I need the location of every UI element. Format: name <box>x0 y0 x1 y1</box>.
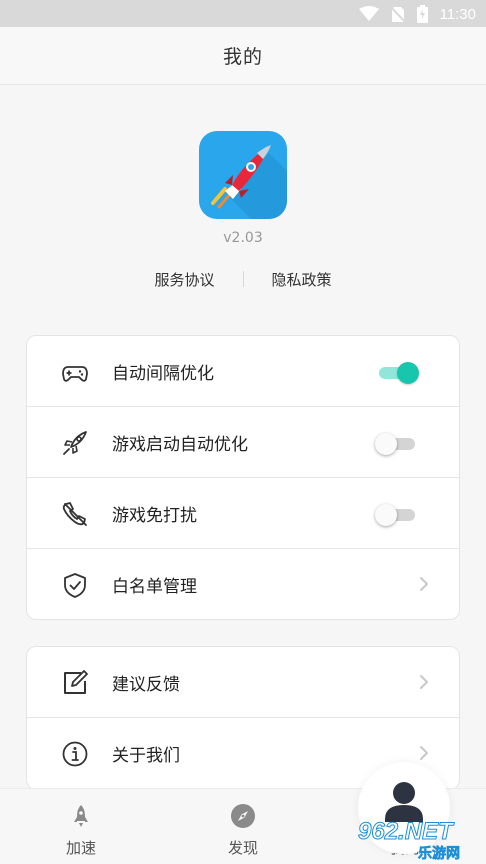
gamepad-icon <box>62 366 88 382</box>
tab-label: 发现 <box>227 839 258 857</box>
feedback-row[interactable]: 建议反馈 <box>27 647 459 718</box>
chevron-right-icon <box>420 577 428 591</box>
policy-links: 服务协议 隐私政策 <box>0 268 486 290</box>
setting-row-whitelist[interactable]: 白名单管理 <box>27 549 459 619</box>
watermark-subtext: 乐游网 <box>418 845 460 862</box>
tab-accelerate[interactable]: 加速 <box>41 803 121 858</box>
shield-check-icon <box>64 573 86 598</box>
tab-label: 加速 <box>65 839 96 857</box>
rocket-icon <box>63 431 87 455</box>
phone-mute-icon <box>62 502 87 526</box>
battery-charging-icon <box>416 5 428 23</box>
setting-label: 白名单管理 <box>112 577 197 597</box>
link-divider <box>242 271 244 287</box>
edit-icon <box>64 670 88 694</box>
settings-card: 自动间隔优化 游戏启动自动优化 游戏免打扰 白名单管理 <box>26 335 460 620</box>
more-label: 建议反馈 <box>112 674 180 695</box>
rocket-icon <box>74 805 88 827</box>
setting-label: 游戏免打扰 <box>112 505 197 526</box>
status-bar: 11:30 <box>0 0 486 27</box>
chevron-right-icon <box>420 675 428 689</box>
rocket-logo-icon <box>211 145 287 219</box>
no-sim-icon <box>390 5 405 23</box>
tab-discover[interactable]: 发现 <box>203 803 283 858</box>
status-time: 11:30 <box>439 5 476 23</box>
setting-row-auto-interval[interactable]: 自动间隔优化 <box>27 336 459 407</box>
do-not-disturb-toggle[interactable] <box>375 503 419 526</box>
chevron-right-icon <box>420 746 428 760</box>
launch-optimize-toggle[interactable] <box>375 432 419 455</box>
wifi-icon <box>358 6 379 21</box>
service-agreement-link[interactable]: 服务协议 <box>154 269 214 290</box>
setting-label: 游戏启动自动优化 <box>112 434 248 455</box>
app-logo <box>199 131 287 219</box>
more-label: 关于我们 <box>112 746 180 766</box>
app-version: v2.03 <box>223 230 263 246</box>
compass-icon <box>231 804 255 828</box>
privacy-policy-link[interactable]: 隐私政策 <box>272 269 332 290</box>
setting-row-launch-optimize[interactable]: 游戏启动自动优化 <box>27 407 459 478</box>
setting-row-do-not-disturb[interactable]: 游戏免打扰 <box>27 478 459 549</box>
page-header: 我的 <box>0 27 486 85</box>
setting-label: 自动间隔优化 <box>112 363 214 384</box>
site-watermark: 962.NET 乐游网 <box>358 818 461 863</box>
auto-interval-toggle[interactable] <box>375 361 419 384</box>
info-icon <box>62 741 88 767</box>
watermark-text: 962.NET <box>358 818 455 845</box>
page-title: 我的 <box>222 46 263 68</box>
